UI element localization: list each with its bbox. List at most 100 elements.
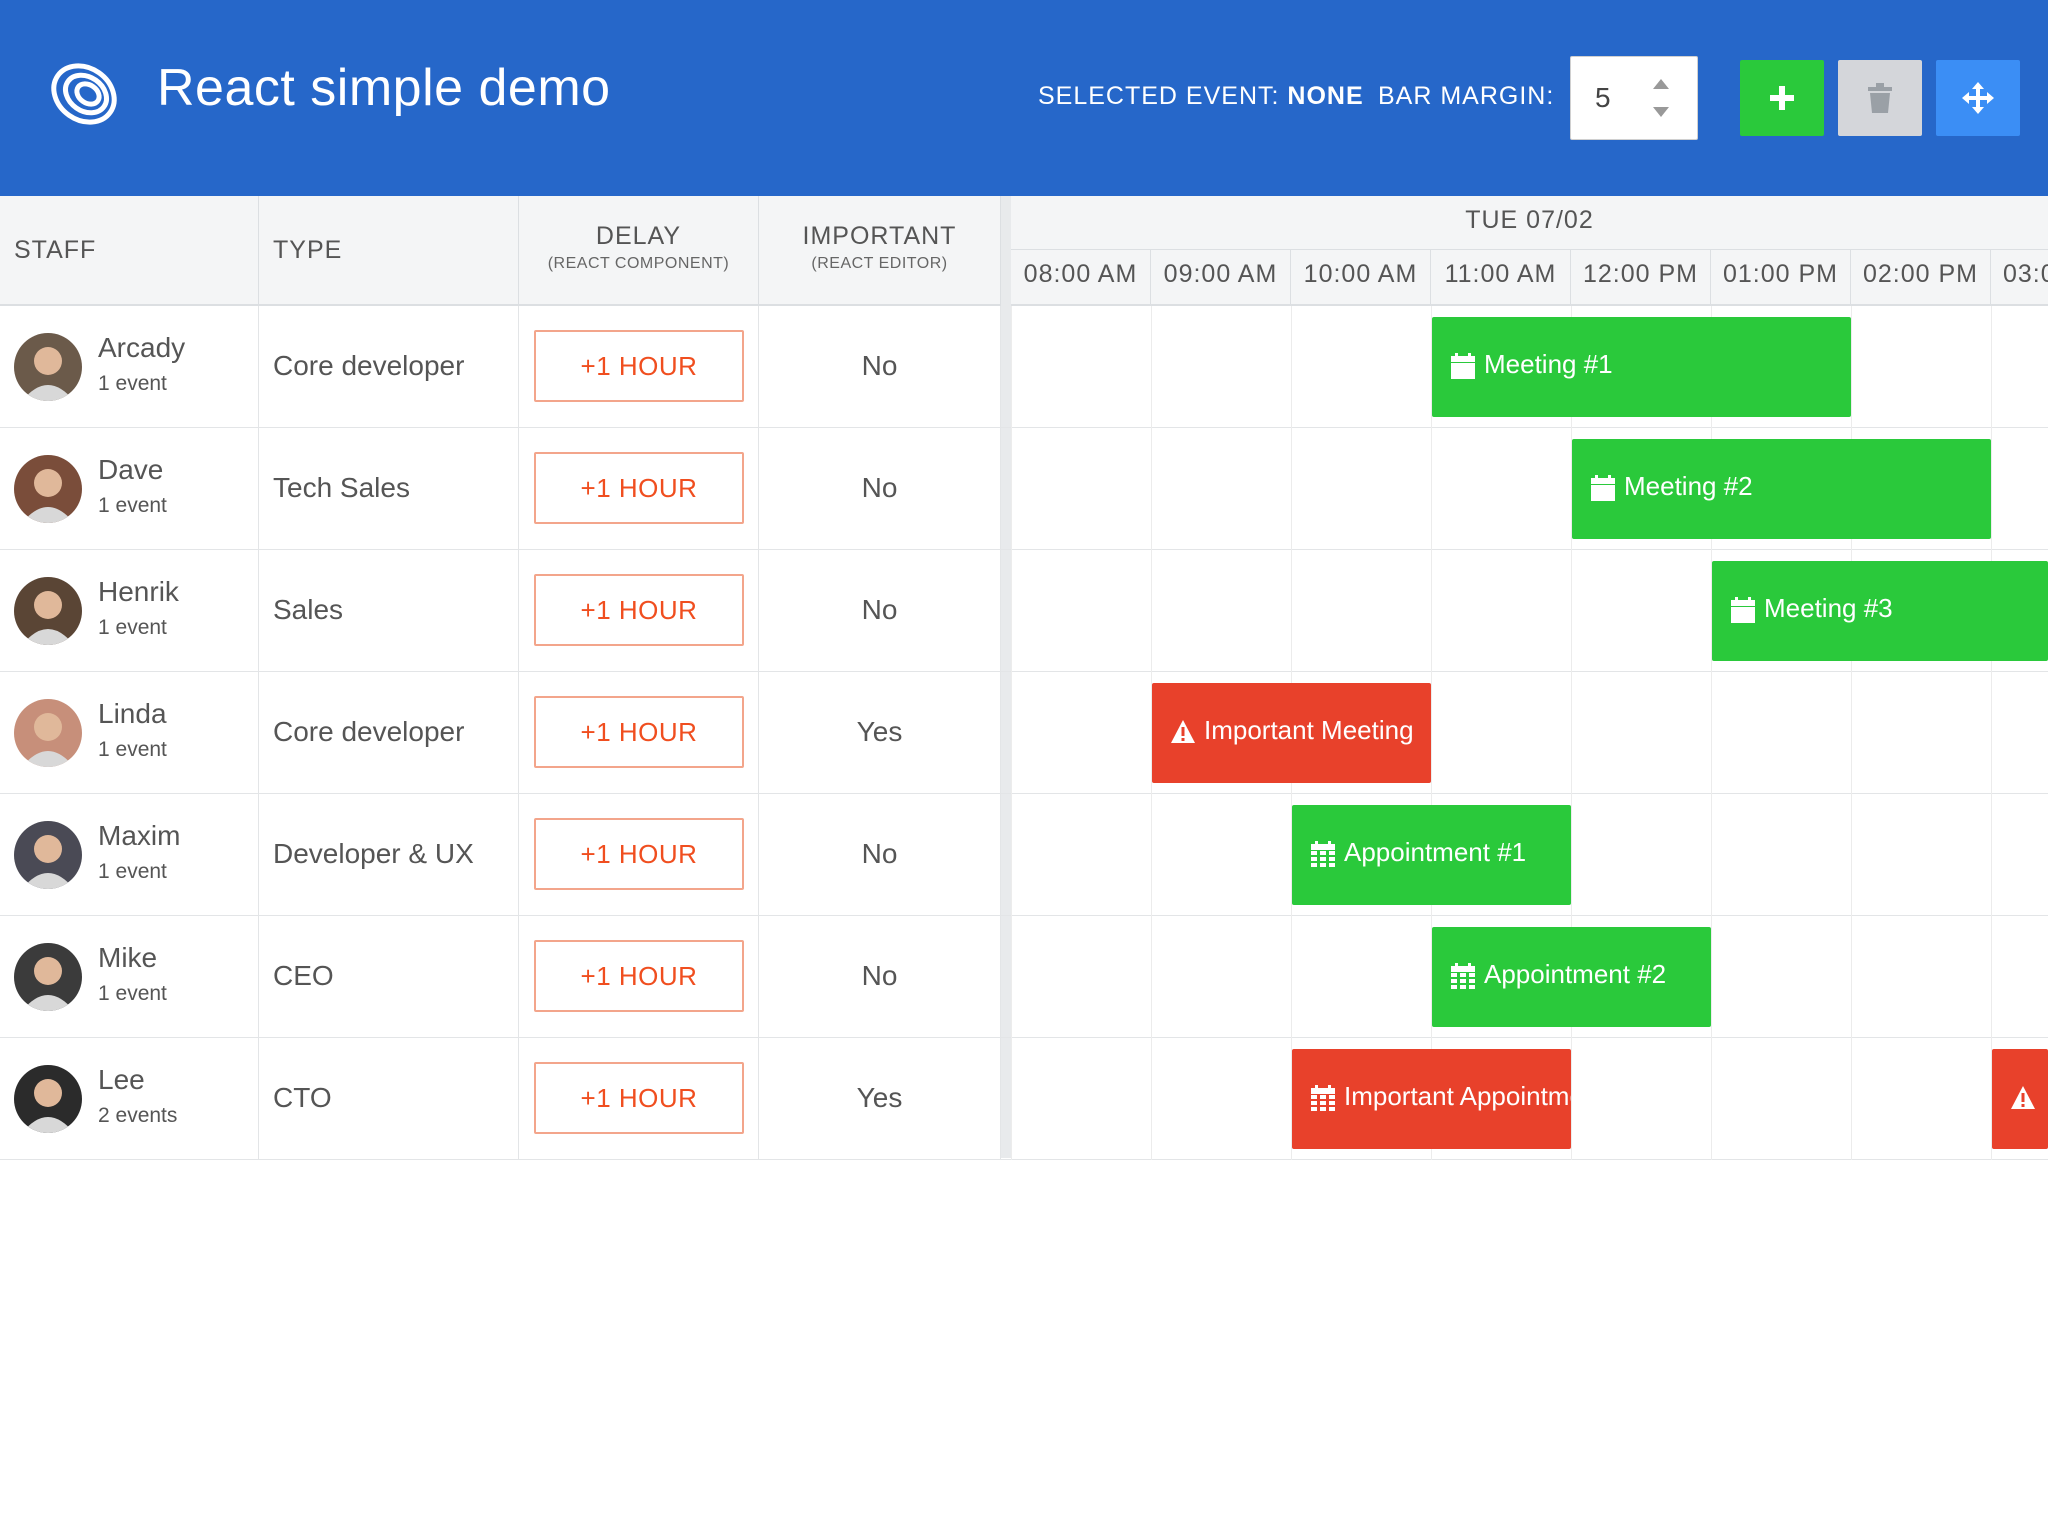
staff-cell[interactable]: Henrik 1 event bbox=[0, 550, 259, 672]
timeline-gridline bbox=[1011, 306, 1012, 1160]
selected-event-value: NONE bbox=[1287, 82, 1364, 110]
event-bar[interactable]: Important Appointment bbox=[1292, 1049, 1571, 1149]
delay-cell: +1 HOUR bbox=[519, 550, 759, 672]
timeline-hour-header: 11:00 AM bbox=[1431, 250, 1571, 306]
important-cell[interactable]: Yes bbox=[759, 1038, 1001, 1160]
spin-down-icon[interactable] bbox=[1653, 107, 1669, 117]
delay-hour-button[interactable]: +1 HOUR bbox=[534, 940, 744, 1012]
bar-margin-input[interactable]: 5 bbox=[1570, 56, 1698, 140]
important-header-label: IMPORTANT bbox=[802, 222, 957, 250]
avatar bbox=[14, 333, 82, 401]
avatar bbox=[14, 455, 82, 523]
avatar bbox=[14, 699, 82, 767]
spin-up-icon[interactable] bbox=[1653, 79, 1669, 89]
calendar-grid-icon bbox=[1311, 1085, 1335, 1111]
delay-hour-button[interactable]: +1 HOUR bbox=[534, 330, 744, 402]
avatar-person-icon bbox=[22, 835, 74, 889]
staff-cell[interactable]: Mike 1 event bbox=[0, 916, 259, 1038]
delay-cell: +1 HOUR bbox=[519, 672, 759, 794]
important-cell[interactable]: Yes bbox=[759, 672, 1001, 794]
delay-hour-button[interactable]: +1 HOUR bbox=[534, 452, 744, 524]
move-button[interactable] bbox=[1936, 60, 2020, 136]
timeline-gridline bbox=[1991, 306, 1992, 1160]
event-bar[interactable]: Meeting #3 bbox=[1712, 561, 2048, 661]
logo-icon bbox=[51, 63, 117, 125]
staff-type: CTO bbox=[273, 1082, 332, 1113]
delay-hour-button[interactable]: +1 HOUR bbox=[534, 1062, 744, 1134]
staff-row[interactable]: Lee 2 events CTO +1 HOUR Yes bbox=[0, 1038, 2048, 1160]
type-cell[interactable]: Core developer bbox=[259, 306, 519, 428]
event-bar[interactable]: Appointment #1 bbox=[1292, 805, 1571, 905]
avatar bbox=[14, 821, 82, 889]
delay-hour-button[interactable]: +1 HOUR bbox=[534, 574, 744, 646]
timeline-gridline bbox=[1571, 306, 1572, 1160]
plus-icon bbox=[1770, 86, 1794, 110]
important-cell[interactable]: No bbox=[759, 306, 1001, 428]
event-label: Appointment #2 bbox=[1484, 959, 1667, 989]
avatar bbox=[14, 943, 82, 1011]
event-bar[interactable] bbox=[1992, 1049, 2048, 1149]
staff-event-count: 1 event bbox=[98, 494, 167, 517]
event-bar[interactable]: Meeting #2 bbox=[1572, 439, 1991, 539]
staff-row[interactable]: Maxim 1 event Developer & UX +1 HOUR No bbox=[0, 794, 2048, 916]
staff-header-label: STAFF bbox=[14, 236, 97, 264]
warning-icon bbox=[2011, 1086, 2035, 1109]
selected-event-indicator: SELECTED EVENT: NONE bbox=[1038, 82, 1364, 111]
staff-type: CEO bbox=[273, 960, 334, 991]
bar-margin-value[interactable]: 5 bbox=[1595, 82, 1611, 114]
important-cell[interactable]: No bbox=[759, 550, 1001, 672]
staff-type: Core developer bbox=[273, 716, 465, 747]
staff-row[interactable]: Linda 1 event Core developer +1 HOUR Yes bbox=[0, 672, 2048, 794]
column-header-important[interactable]: IMPORTANT (REACT EDITOR) bbox=[759, 196, 1001, 306]
event-label: Important Appointment bbox=[1344, 1081, 1571, 1111]
delete-event-button[interactable] bbox=[1838, 60, 1922, 136]
staff-cell[interactable]: Arcady 1 event bbox=[0, 306, 259, 428]
important-cell[interactable]: No bbox=[759, 916, 1001, 1038]
delay-cell: +1 HOUR bbox=[519, 916, 759, 1038]
staff-cell[interactable]: Lee 2 events bbox=[0, 1038, 259, 1160]
timeline-hour-header: 02:00 PM bbox=[1851, 250, 1991, 306]
type-cell[interactable]: CTO bbox=[259, 1038, 519, 1160]
event-label: Important Meeting bbox=[1204, 715, 1414, 745]
important-cell[interactable]: No bbox=[759, 794, 1001, 916]
staff-name: Linda bbox=[98, 698, 167, 729]
column-header-delay[interactable]: DELAY (REACT COMPONENT) bbox=[519, 196, 759, 306]
avatar-person-icon bbox=[22, 957, 74, 1011]
type-cell[interactable]: Developer & UX bbox=[259, 794, 519, 916]
bar-margin-label: BAR MARGIN: bbox=[1378, 82, 1555, 110]
app-header: React simple demo SELECTED EVENT: NONE B… bbox=[0, 0, 2048, 196]
staff-type: Core developer bbox=[273, 350, 465, 381]
staff-name: Lee bbox=[98, 1064, 145, 1095]
column-header-type[interactable]: TYPE bbox=[259, 196, 519, 306]
event-bar[interactable]: Appointment #2 bbox=[1432, 927, 1711, 1027]
move-arrows-icon bbox=[1962, 82, 1994, 114]
warning-icon bbox=[1171, 720, 1195, 743]
staff-name: Mike bbox=[98, 942, 158, 973]
staff-event-count: 2 events bbox=[98, 1104, 178, 1127]
type-cell[interactable]: Core developer bbox=[259, 672, 519, 794]
avatar-person-icon bbox=[22, 591, 74, 645]
app-title: React simple demo bbox=[157, 59, 611, 117]
delay-hour-button[interactable]: +1 HOUR bbox=[534, 818, 744, 890]
delay-hour-button[interactable]: +1 HOUR bbox=[534, 696, 744, 768]
event-bar[interactable]: Meeting #1 bbox=[1432, 317, 1851, 417]
staff-cell[interactable]: Linda 1 event bbox=[0, 672, 259, 794]
staff-cell[interactable]: Dave 1 event bbox=[0, 428, 259, 550]
staff-type: Sales bbox=[273, 594, 344, 625]
column-header-staff[interactable]: STAFF bbox=[0, 196, 259, 306]
type-cell[interactable]: CEO bbox=[259, 916, 519, 1038]
staff-event-count: 1 event bbox=[98, 982, 167, 1005]
event-label: Appointment #1 bbox=[1344, 837, 1527, 867]
calendar-grid-icon bbox=[1451, 963, 1475, 989]
staff-cell[interactable]: Maxim 1 event bbox=[0, 794, 259, 916]
staff-row[interactable]: Mike 1 event CEO +1 HOUR No bbox=[0, 916, 2048, 1038]
event-bar[interactable]: Important Meeting bbox=[1152, 683, 1431, 783]
timeline-gridline bbox=[1851, 306, 1852, 1160]
timeline-gridline bbox=[1711, 306, 1712, 1160]
type-cell[interactable]: Tech Sales bbox=[259, 428, 519, 550]
type-cell[interactable]: Sales bbox=[259, 550, 519, 672]
add-event-button[interactable] bbox=[1740, 60, 1824, 136]
important-header-sublabel: (REACT EDITOR) bbox=[811, 255, 948, 272]
important-cell[interactable]: No bbox=[759, 428, 1001, 550]
event-label: Meeting #1 bbox=[1484, 349, 1613, 379]
